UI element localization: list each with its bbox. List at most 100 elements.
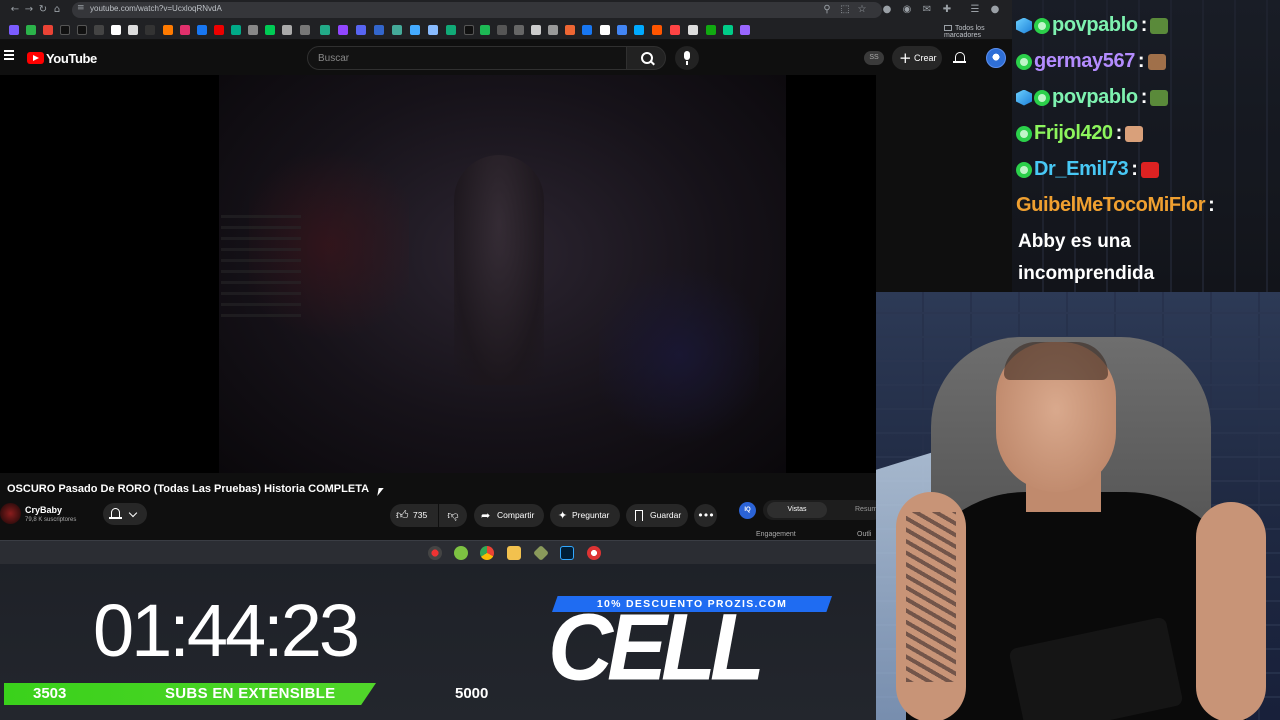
bookmark-icon[interactable] (248, 25, 258, 35)
account-avatar[interactable] (986, 48, 1006, 68)
gmail-icon[interactable] (43, 25, 53, 35)
bookmark-icon[interactable] (617, 25, 627, 35)
stream-scene: ← → ↻ ⌂ ≡ youtube.com/watch?v=UcxloqRNvd… (0, 0, 1280, 720)
site-info-icon[interactable]: ≡ (77, 3, 85, 13)
bookmark-icon[interactable] (565, 25, 575, 35)
reload-icon[interactable]: ↻ (36, 3, 50, 17)
bookmark-icon[interactable] (548, 25, 558, 35)
extension-badge[interactable]: SS (864, 51, 884, 65)
search-button[interactable] (626, 46, 666, 70)
twitch-icon[interactable] (338, 25, 348, 35)
tab-resumen[interactable]: Resum (855, 502, 877, 518)
obs-icon[interactable] (428, 546, 442, 560)
back-icon[interactable]: ← (8, 3, 22, 17)
create-button[interactable]: + Crear (892, 46, 942, 70)
share-button[interactable]: ➦ Compartir (474, 504, 544, 527)
bookmark-icon[interactable] (497, 25, 507, 35)
bookmark-icon[interactable] (670, 25, 680, 35)
forward-icon[interactable]: → (22, 3, 36, 17)
tab-vistas[interactable]: Vistas (767, 502, 827, 518)
discord-icon[interactable] (356, 25, 366, 35)
bookmark-icon[interactable] (128, 25, 138, 35)
bookmark-icon[interactable] (374, 25, 384, 35)
bookmark-icon[interactable] (428, 25, 438, 35)
omnibox[interactable]: ≡ youtube.com/watch?v=UcxloqRNvdA (72, 2, 882, 18)
app-icon[interactable] (454, 546, 468, 560)
bookmark-icon[interactable] (706, 25, 716, 35)
bookmark-icon[interactable] (231, 25, 241, 35)
instagram-icon[interactable] (180, 25, 190, 35)
chat-line: Frijol420: (1016, 122, 1144, 152)
x-icon[interactable] (60, 25, 70, 35)
bookmark-icon[interactable] (740, 25, 750, 35)
file-explorer-icon[interactable] (507, 546, 521, 560)
bookmark-icon[interactable] (94, 25, 104, 35)
all-bookmarks-folder[interactable]: Todos los marcadores (944, 25, 1012, 39)
bookmark-icon[interactable] (652, 25, 662, 35)
bookmark-icon[interactable] (265, 25, 275, 35)
bookmark-icon (635, 510, 643, 521)
streamer-head (996, 342, 1116, 492)
bookmark-icon[interactable] (410, 25, 420, 35)
bookmark-icon[interactable] (582, 25, 592, 35)
prime-badge-icon (1016, 17, 1032, 34)
app-icon[interactable] (533, 545, 549, 561)
bookmark-star-icon[interactable]: ☆ (855, 3, 869, 17)
drive-icon[interactable] (723, 25, 733, 35)
bookmark-icon[interactable] (634, 25, 644, 35)
bookmark-icon[interactable] (320, 25, 330, 35)
reading-list-icon[interactable]: ☰ (968, 3, 982, 17)
spotify-icon[interactable] (480, 25, 490, 35)
home-icon[interactable]: ⌂ (50, 3, 64, 17)
save-button[interactable]: Guardar (626, 504, 688, 527)
menu-icon[interactable] (4, 50, 14, 60)
bookmark-icon[interactable] (531, 25, 541, 35)
dislike-button[interactable]: 👎︎ (439, 504, 467, 527)
thumbs-up-icon: 👍︎ (396, 508, 409, 522)
ask-button[interactable]: ✦ Preguntar (550, 504, 620, 527)
zoom-icon[interactable]: ⚲ (820, 3, 834, 17)
bookmark-icon[interactable] (9, 25, 19, 35)
chrome-icon[interactable] (480, 546, 494, 560)
bookmark-icon[interactable] (446, 25, 456, 35)
bookmark-icon[interactable] (282, 25, 292, 35)
channel-avatar[interactable] (0, 503, 21, 524)
extension-logo-icon[interactable]: IQ (739, 502, 756, 519)
tiktok-icon[interactable] (77, 25, 87, 35)
subscriber-badge-icon (1016, 125, 1032, 142)
like-button[interactable]: 👍︎ 735 (390, 504, 438, 527)
bookmark-icon[interactable] (300, 25, 310, 35)
voice-search-button[interactable] (675, 46, 699, 70)
plus-icon: + (899, 49, 912, 67)
search-input[interactable]: Buscar (307, 46, 627, 70)
bookmark-icon[interactable] (688, 25, 698, 35)
bookmark-icon[interactable] (514, 25, 524, 35)
google-icon[interactable] (600, 25, 610, 35)
extension-icon[interactable]: ✉ (920, 3, 934, 17)
app-icon[interactable] (587, 546, 601, 560)
bookmark-icon[interactable] (145, 25, 155, 35)
channel-name[interactable]: CryBaby (25, 505, 62, 515)
extension-dot-icon[interactable]: ● (880, 3, 894, 17)
youtube-logo-icon[interactable] (27, 52, 44, 64)
bookmark-icon[interactable] (163, 25, 173, 35)
bookmark-icon[interactable] (111, 25, 121, 35)
extension-sound-icon[interactable]: ◉ (900, 3, 914, 17)
install-icon[interactable]: ⬚ (838, 3, 852, 17)
photoshop-icon[interactable] (560, 546, 574, 560)
profile-icon[interactable]: ● (988, 3, 1002, 17)
bookmark-icon[interactable] (214, 25, 224, 35)
bookmark-icon[interactable] (464, 25, 474, 35)
subscription-bell-button[interactable] (103, 503, 147, 525)
chat-separator: : (1131, 158, 1138, 180)
video-title: OSCURO Pasado De RORO (Todas Las Pruebas… (7, 483, 370, 495)
youtube-wordmark[interactable]: YouTube (46, 51, 97, 66)
video-player[interactable] (0, 75, 876, 473)
bookmark-icon[interactable] (26, 25, 36, 35)
puzzle-icon[interactable]: ✚ (940, 3, 954, 17)
facebook-icon[interactable] (197, 25, 207, 35)
notifications-bell-icon[interactable] (953, 51, 967, 65)
bookmark-icon[interactable] (392, 25, 402, 35)
more-actions-button[interactable]: ••• (694, 504, 717, 527)
folder-icon (944, 25, 952, 31)
